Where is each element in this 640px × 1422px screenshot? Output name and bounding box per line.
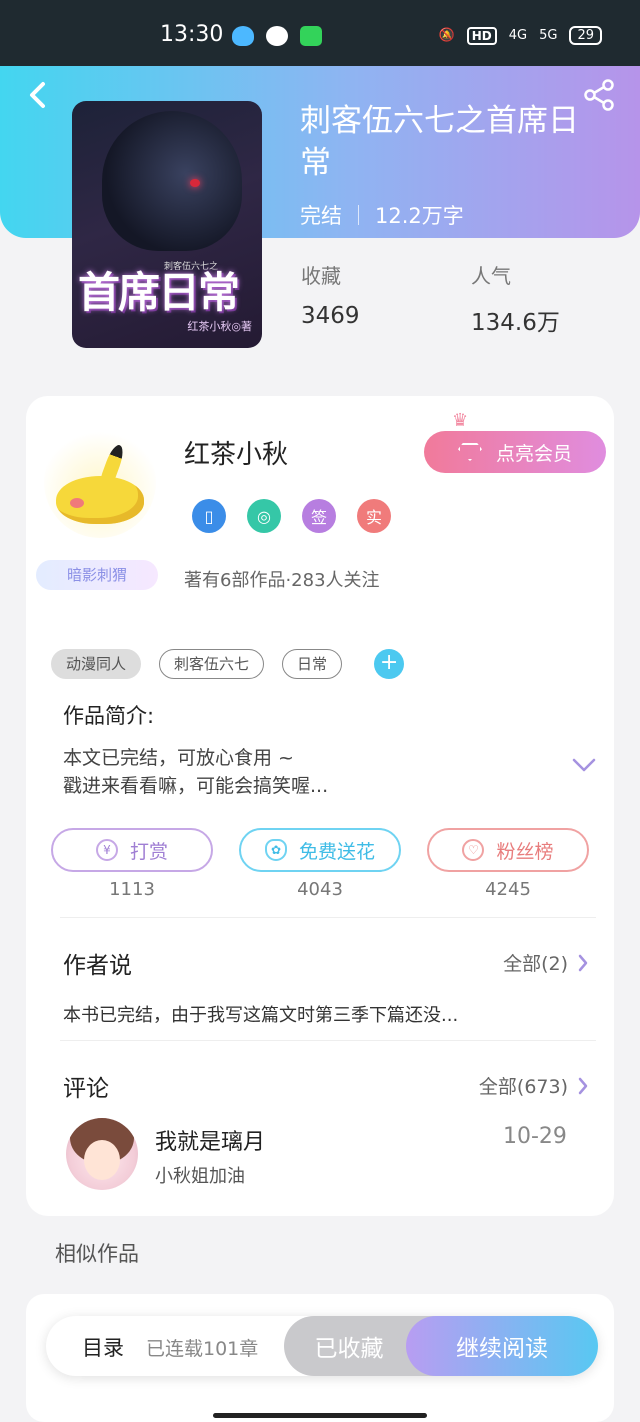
diamond-icon — [457, 443, 482, 461]
flower-count: 4043 — [297, 879, 343, 900]
stat-value: 134.6万 — [471, 310, 560, 336]
book-cover[interactable]: 刺客伍六七之 首席日常 红茶小秋◎著 — [72, 101, 262, 348]
intro-text: 本文已完结，可放心食用 ~ 戳进来看看嘛，可能会搞笑喔... — [63, 744, 523, 800]
author-say-text[interactable]: 本书已完结，由于我写这篇文时第三季下篇还没... — [63, 1001, 458, 1027]
vip-button[interactable]: 点亮会员 — [424, 431, 606, 473]
author-avatar[interactable] — [44, 426, 156, 538]
fan-rank-button[interactable]: ♡ 粉丝榜 — [427, 828, 589, 872]
user-heart-icon: ♡ — [462, 839, 485, 861]
toc-button[interactable]: 目录 — [82, 1332, 124, 1362]
cover-eye — [190, 179, 200, 187]
stat-favorites: 收藏 3469 — [301, 260, 360, 329]
iqiyi-icon — [300, 26, 322, 46]
avatar-face — [84, 1140, 120, 1180]
fan-rank-count: 4245 — [485, 879, 531, 900]
battery-icon: 29 — [569, 26, 602, 45]
fan-rank-label: 粉丝榜 — [496, 840, 554, 863]
status-bar: 13:30 🔕 HD 4G 5G 29 — [0, 0, 640, 66]
author-say-more-label: 全部(2) — [503, 953, 568, 975]
comment-text[interactable]: 小秋姐加油 — [155, 1162, 245, 1188]
vip-button-label: 点亮会员 — [495, 442, 572, 465]
add-tag-icon[interactable]: + — [374, 649, 405, 679]
favorited-label: 已收藏 — [314, 1336, 384, 1362]
commenter-name[interactable]: 我就是璃月 — [155, 1124, 265, 1156]
signal-5g-icon: 5G — [539, 28, 558, 43]
tip-count: 1113 — [109, 879, 155, 900]
divider — [60, 1040, 596, 1041]
comments-heading: 评论 — [63, 1076, 109, 1102]
cover-title: 首席日常 — [78, 268, 240, 317]
yen-icon: ¥ — [95, 839, 118, 861]
author-badges: ▯ ◎ 签 实 — [192, 499, 391, 533]
book-meta: 完结 12.2万字 — [300, 200, 464, 230]
book-word-count: 12.2万字 — [375, 204, 464, 228]
stat-popularity: 人气 134.6万 — [471, 260, 560, 337]
stat-value: 3469 — [301, 303, 360, 329]
expand-chevron-icon[interactable] — [572, 758, 596, 772]
author-title-badge: 暗影刺猬 — [36, 560, 158, 590]
author-say-heading: 作者说 — [63, 953, 132, 979]
stat-label: 收藏 — [301, 264, 341, 288]
notification-icons — [232, 26, 322, 46]
comment-date: 10-29 — [503, 1124, 567, 1149]
mute-icon: 🔕 — [438, 28, 455, 43]
tag[interactable]: 动漫同人 — [51, 649, 142, 679]
real-badge-icon[interactable]: 实 — [357, 499, 391, 533]
commenter-avatar[interactable] — [66, 1118, 138, 1190]
book-title: 刺客伍六七之首席日常 — [300, 103, 579, 181]
meta-divider — [358, 205, 359, 225]
qq-icon — [232, 26, 254, 46]
phone-badge-icon[interactable]: ▯ — [192, 499, 226, 533]
chevron-right-icon — [578, 954, 588, 971]
continue-reading-button[interactable]: 继续阅读 — [406, 1316, 598, 1376]
comments-more[interactable]: 全部(673) — [479, 1072, 588, 1099]
wechat-icon — [266, 26, 288, 46]
tag-list: 动漫同人 刺客伍六七 日常 + — [51, 649, 405, 679]
tag[interactable]: 刺客伍六七 — [159, 649, 265, 679]
comments-more-label: 全部(673) — [478, 1076, 568, 1098]
continue-reading-label: 继续阅读 — [456, 1336, 548, 1362]
hd-icon: HD — [466, 26, 497, 45]
stat-label: 人气 — [471, 264, 511, 288]
status-time: 13:30 — [160, 22, 224, 47]
candy-badge-icon[interactable]: ◎ — [247, 499, 281, 533]
sign-badge-icon[interactable]: 签 — [302, 499, 336, 533]
flower-icon: ✿ — [264, 839, 287, 861]
back-arrow-icon[interactable] — [24, 80, 54, 110]
cover-character — [102, 111, 242, 251]
send-flower-button[interactable]: ✿ 免费送花 — [239, 828, 401, 872]
chapter-count: 已连载101章 — [146, 1338, 259, 1360]
status-right: 🔕 HD 4G 5G 29 — [439, 26, 602, 45]
tag[interactable]: 日常 — [282, 649, 343, 679]
crown-icon: ♛ — [452, 410, 469, 431]
cover-author: 红茶小秋◎著 — [187, 320, 252, 333]
tip-label: 打赏 — [129, 840, 168, 863]
avatar-pikachu — [56, 476, 144, 524]
send-flower-label: 免费送花 — [298, 840, 375, 863]
intro-heading: 作品简介: — [63, 704, 155, 728]
divider — [60, 917, 596, 918]
signal-4g-icon: 4G — [508, 28, 528, 43]
intro-line: 戳进来看看嘛，可能会搞笑喔... — [63, 775, 329, 797]
similar-heading: 相似作品 — [55, 1242, 139, 1266]
intro-line: 本文已完结，可放心食用 ~ — [63, 747, 294, 769]
chevron-right-icon — [578, 1077, 588, 1094]
book-status: 完结 — [300, 204, 342, 228]
author-say-more[interactable]: 全部(2) — [503, 949, 588, 976]
author-name[interactable]: 红茶小秋 — [184, 434, 288, 471]
home-indicator[interactable] — [213, 1413, 427, 1418]
tip-button[interactable]: ¥ 打赏 — [51, 828, 213, 872]
avatar-cheek — [70, 498, 84, 508]
author-stats: 著有6部作品·283人关注 — [184, 570, 380, 591]
